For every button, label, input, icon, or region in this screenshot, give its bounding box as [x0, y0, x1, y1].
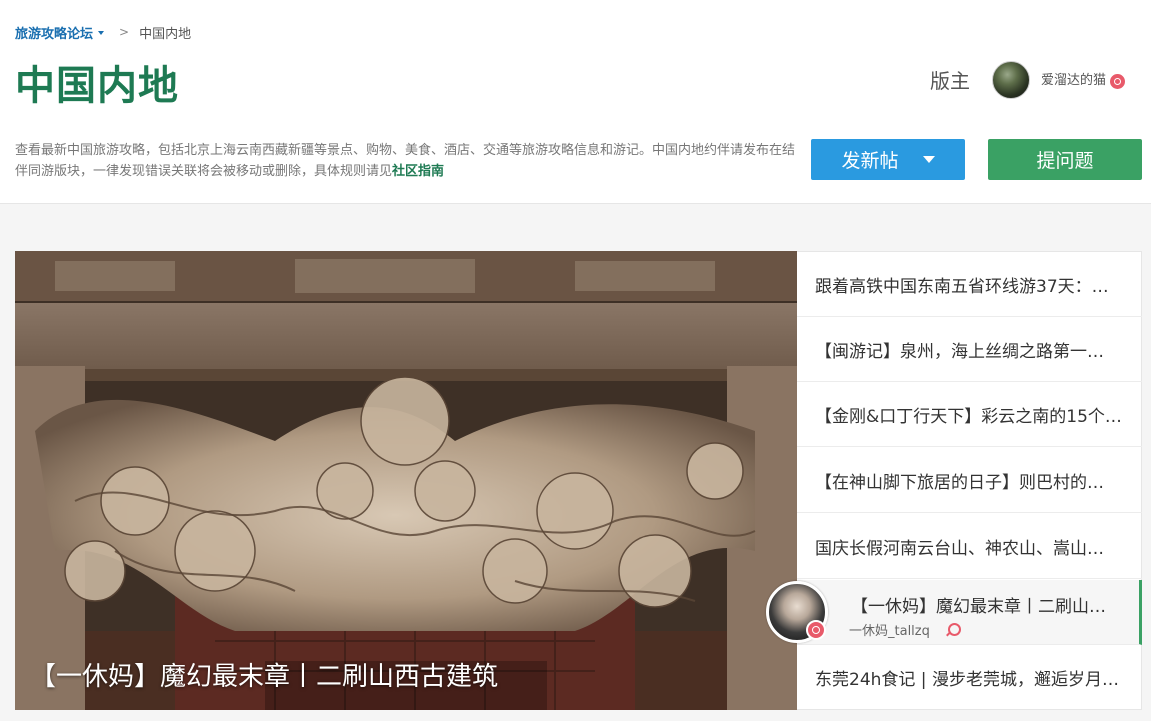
new-post-label: 发新帖 — [841, 150, 899, 172]
breadcrumb-forum-label: 旅游攻略论坛 — [15, 26, 94, 42]
moderator-name-link[interactable]: 爱溜达的猫 — [1041, 71, 1126, 91]
featured-side-list: 跟着高铁中国东南五省环线游37天：… 【闽游记】泉州，海上丝绸之路第一… 【金刚… — [797, 251, 1142, 710]
list-item-active[interactable]: 【一休妈】魔幻最末章丨二刷山… 一休妈_tallzq — [797, 580, 1142, 645]
moderator-avatar[interactable] — [992, 61, 1030, 99]
new-post-button[interactable]: 发新帖 — [811, 139, 965, 180]
verified-badge-icon — [806, 620, 826, 640]
list-item-title: 【在神山脚下旅居的日子】则巴村的… — [815, 472, 1104, 493]
list-item-title: 【一休妈】魔幻最末章丨二刷山… — [851, 597, 1106, 617]
moderator-name: 爱溜达的猫 — [1041, 73, 1107, 88]
location-pin-icon — [947, 623, 961, 636]
author-name: 一休妈_tallzq — [849, 624, 930, 639]
featured-image[interactable] — [15, 251, 797, 710]
list-item-title: 【闽游记】泉州，海上丝绸之路第一… — [815, 341, 1104, 362]
list-item[interactable]: 东莞24h食记 | 漫步老莞城，邂逅岁月… — [797, 645, 1142, 710]
moderator-label: 版主 — [930, 69, 970, 93]
ask-question-label: 提问题 — [1036, 150, 1094, 172]
breadcrumb-current: 中国内地 — [139, 26, 192, 42]
list-item[interactable]: 国庆长假河南云台山、神农山、嵩山… — [797, 514, 1142, 579]
forum-description: 查看最新中国旅游攻略，包括北京上海云南西藏新疆等景点、购物、美食、酒店、交通等旅… — [15, 140, 795, 182]
list-item-title: 东莞24h食记 | 漫步老莞城，邂逅岁月… — [815, 670, 1119, 690]
featured-caption[interactable]: 【一休妈】魔幻最末章丨二刷山西古建筑 — [30, 660, 498, 694]
caret-down-icon — [98, 30, 105, 35]
caret-down-icon — [922, 156, 935, 163]
ask-question-button[interactable]: 提问题 — [988, 139, 1142, 180]
page-title: 中国内地 — [15, 63, 179, 109]
list-item-author[interactable]: 一休妈_tallzq — [849, 620, 961, 639]
list-item[interactable]: 跟着高铁中国东南五省环线游37天：… — [797, 252, 1142, 317]
forum-header: 旅游攻略论坛 > 中国内地 中国内地 版主 爱溜达的猫 查看最新中国旅游攻略，包… — [0, 0, 1151, 204]
list-item-title: 跟着高铁中国东南五省环线游37天：… — [815, 276, 1109, 297]
list-item-title: 国庆长假河南云台山、神农山、嵩山… — [815, 538, 1104, 559]
carved-wood-illustration — [15, 251, 797, 710]
list-item[interactable]: 【闽游记】泉州，海上丝绸之路第一… — [797, 317, 1142, 382]
list-item[interactable]: 【金刚&口丁行天下】彩云之南的15个… — [797, 382, 1142, 447]
breadcrumb-forum-link[interactable]: 旅游攻略论坛 — [15, 23, 105, 42]
breadcrumb: 旅游攻略论坛 > 中国内地 — [15, 22, 191, 42]
list-item-title: 【金刚&口丁行天下】彩云之南的15个… — [815, 406, 1122, 427]
verified-badge-icon — [1110, 73, 1126, 89]
community-guide-link[interactable]: 社区指南 — [392, 164, 444, 179]
breadcrumb-separator: > — [119, 25, 130, 39]
list-item[interactable]: 【在神山脚下旅居的日子】则巴村的… — [797, 448, 1142, 513]
